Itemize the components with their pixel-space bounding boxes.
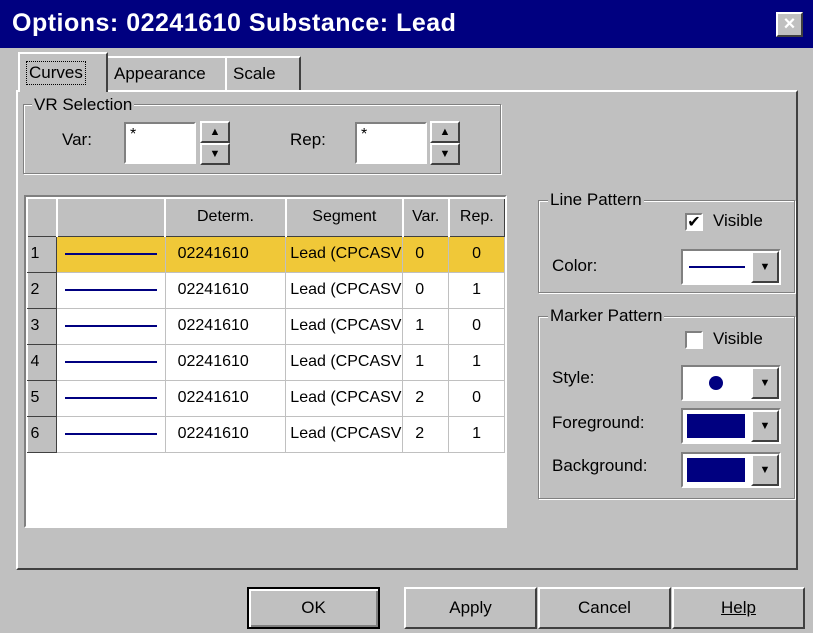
close-icon: × (783, 13, 796, 35)
line-color-swatch (689, 266, 745, 268)
var-spinner[interactable]: ▲ ▼ (200, 121, 230, 165)
tab-scale-label: Scale (233, 64, 276, 83)
curves-table: Determ. Segment Var. Rep. 1 02241610 Lea… (26, 197, 505, 453)
line-sample (56, 416, 166, 453)
foreground-label: Foreground: (552, 413, 645, 432)
header-determ[interactable]: Determ. (164, 197, 287, 237)
determ-cell: 02241610 (165, 416, 287, 453)
determ-cell: 02241610 (165, 344, 287, 381)
tab-appearance-label: Appearance (114, 64, 206, 83)
close-button[interactable]: × (776, 12, 803, 37)
tab-curves[interactable]: Curves (18, 52, 108, 92)
help-button-label: Help (721, 598, 756, 617)
var-cell: 1 (402, 308, 450, 345)
table-row[interactable]: 5 02241610 Lead (CPCASV 2 0 (26, 379, 505, 417)
background-swatch (687, 458, 745, 482)
foreground-swatch (687, 414, 745, 438)
ok-button[interactable]: OK (247, 587, 380, 629)
segment-cell: Lead (CPCASV (285, 416, 404, 453)
determ-cell: 02241610 (165, 272, 287, 309)
header-rep[interactable]: Rep. (447, 197, 505, 237)
apply-button[interactable]: Apply (404, 587, 537, 629)
rep-cell: 0 (448, 308, 505, 345)
curves-grid[interactable]: Determ. Segment Var. Rep. 1 02241610 Lea… (24, 195, 507, 528)
segment-cell: Lead (CPCASV (285, 344, 404, 381)
line-sample (56, 272, 166, 309)
table-row[interactable]: 3 02241610 Lead (CPCASV 1 0 (26, 307, 505, 345)
table-row[interactable]: 2 02241610 Lead (CPCASV 0 1 (26, 271, 505, 309)
row-number[interactable]: 1 (26, 235, 58, 273)
background-label: Background: (552, 456, 648, 475)
marker-style-select[interactable]: ▼ (681, 365, 781, 401)
determ-cell: 02241610 (165, 308, 287, 345)
header-segment[interactable]: Segment (284, 197, 404, 237)
rep-cell: 0 (448, 236, 505, 273)
rep-input[interactable]: * (355, 122, 427, 164)
header-line (55, 197, 166, 237)
header-var[interactable]: Var. (401, 197, 450, 237)
line-pattern-label: Line Pattern (548, 190, 644, 210)
row-number[interactable]: 4 (26, 343, 58, 381)
line-color-select[interactable]: ▼ (681, 249, 781, 285)
cancel-button[interactable]: Cancel (538, 587, 671, 629)
chevron-down-icon[interactable]: ▼ (751, 410, 779, 442)
row-number[interactable]: 5 (26, 379, 58, 417)
spin-down-icon[interactable]: ▼ (200, 143, 230, 165)
row-number[interactable]: 3 (26, 307, 58, 345)
tab-scale[interactable]: Scale (225, 56, 301, 90)
line-sample (56, 308, 166, 345)
spin-up-icon[interactable]: ▲ (430, 121, 460, 143)
rep-label: Rep: (290, 130, 326, 149)
row-number[interactable]: 2 (26, 271, 58, 309)
var-cell: 0 (402, 272, 450, 309)
rep-cell: 0 (448, 380, 505, 417)
determ-cell: 02241610 (165, 380, 287, 417)
color-label: Color: (552, 256, 598, 275)
segment-cell: Lead (CPCASV (285, 308, 404, 345)
segment-cell: Lead (CPCASV (285, 236, 404, 273)
grid-header-row: Determ. Segment Var. Rep. (26, 197, 505, 237)
chevron-down-icon[interactable]: ▼ (751, 367, 779, 399)
rep-cell: 1 (448, 344, 505, 381)
row-number[interactable]: 6 (26, 415, 58, 453)
var-input[interactable]: * (124, 122, 196, 164)
title-bar: Options: 02241610 Substance: Lead × (0, 0, 813, 48)
window-title: Options: 02241610 Substance: Lead (12, 9, 457, 37)
line-visible-label: Visible (713, 211, 763, 230)
var-cell: 2 (402, 416, 450, 453)
determ-cell: 02241610 (165, 236, 287, 273)
line-sample (56, 344, 166, 381)
table-row[interactable]: 6 02241610 Lead (CPCASV 2 1 (26, 415, 505, 453)
tab-appearance[interactable]: Appearance (106, 56, 227, 90)
rep-spinner[interactable]: ▲ ▼ (430, 121, 460, 165)
line-sample (56, 380, 166, 417)
tab-curves-label: Curves (26, 61, 86, 85)
table-row[interactable]: 4 02241610 Lead (CPCASV 1 1 (26, 343, 505, 381)
marker-visible-label: Visible (713, 329, 763, 348)
header-corner (26, 197, 58, 237)
marker-pattern-label: Marker Pattern (548, 306, 665, 326)
help-button[interactable]: Help (672, 587, 805, 629)
segment-cell: Lead (CPCASV (285, 272, 404, 309)
vr-selection-label: VR Selection (32, 95, 135, 115)
spin-down-icon[interactable]: ▼ (430, 143, 460, 165)
style-label: Style: (552, 368, 595, 387)
line-visible-checkbox[interactable]: ✔ (685, 213, 703, 231)
chevron-down-icon[interactable]: ▼ (751, 251, 779, 283)
var-cell: 1 (402, 344, 450, 381)
var-cell: 0 (402, 236, 450, 273)
line-sample (56, 236, 166, 273)
spin-up-icon[interactable]: ▲ (200, 121, 230, 143)
filled-circle-icon (709, 376, 723, 390)
var-cell: 2 (402, 380, 450, 417)
segment-cell: Lead (CPCASV (285, 380, 404, 417)
marker-foreground-select[interactable]: ▼ (681, 408, 781, 444)
rep-cell: 1 (448, 416, 505, 453)
rep-cell: 1 (448, 272, 505, 309)
marker-visible-checkbox[interactable] (685, 331, 703, 349)
marker-background-select[interactable]: ▼ (681, 452, 781, 488)
table-row[interactable]: 1 02241610 Lead (CPCASV 0 0 (26, 235, 505, 273)
var-label: Var: (62, 130, 92, 149)
chevron-down-icon[interactable]: ▼ (751, 454, 779, 486)
